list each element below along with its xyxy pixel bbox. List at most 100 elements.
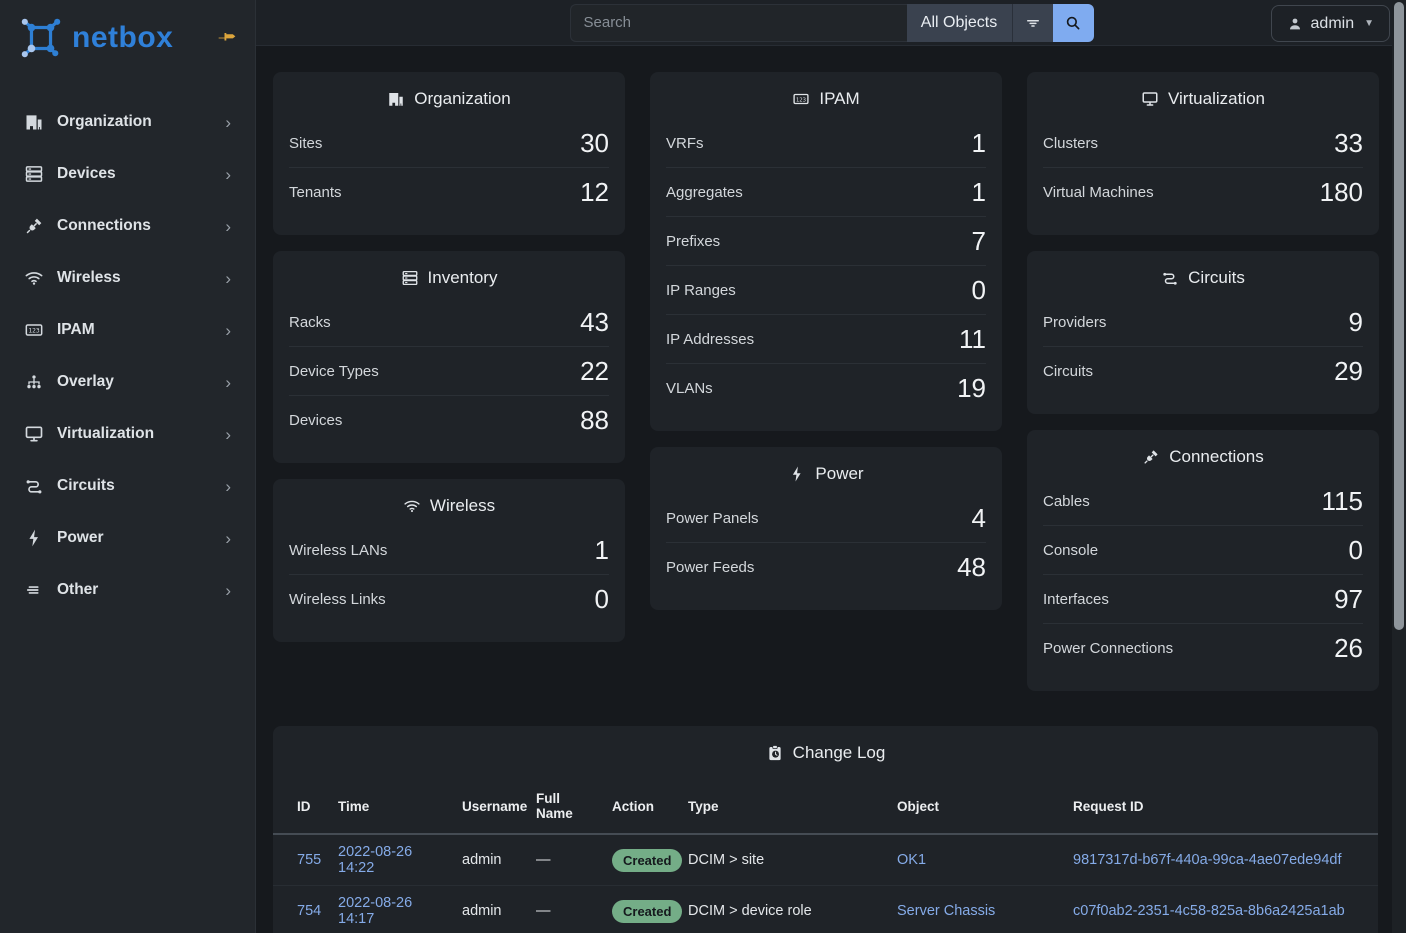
request-id-link[interactable]: c07f0ab2-2351-4c58-825a-8b6a2425a1ab <box>1073 903 1345 919</box>
sidebar-item-label: Wireless <box>57 269 121 287</box>
change-time-link[interactable]: 2022-08-26 14:22 <box>338 844 412 876</box>
chevron-right-icon: › <box>225 166 231 183</box>
change-username: admin <box>454 886 528 933</box>
col-header-time: Time <box>330 783 454 834</box>
sidebar-item-other[interactable]: Other › <box>0 564 255 616</box>
col-header-object: Object <box>889 783 1065 834</box>
scrollbar-track[interactable] <box>1392 0 1406 933</box>
change-object-link[interactable]: Server Chassis <box>897 903 995 919</box>
card-title: Wireless <box>430 496 495 516</box>
sidebar-item-overlay[interactable]: Overlay › <box>0 356 255 408</box>
plug-icon <box>24 216 44 236</box>
stat-row-ip-ranges: IP Ranges 0 <box>666 266 986 315</box>
caret-down-icon: ▼ <box>1364 18 1374 29</box>
route-icon <box>1161 269 1179 287</box>
stat-row-clusters: Clusters 33 <box>1043 119 1363 168</box>
username-label: admin <box>1311 15 1355 33</box>
plug-icon <box>1142 448 1160 466</box>
filter-button[interactable] <box>1012 4 1053 42</box>
sidebar-nav: Organization › Devices › Connections › W… <box>0 96 255 616</box>
card-wireless: Wireless Wireless LANs 1 Wireless Links … <box>273 479 625 642</box>
card-circuits: Circuits Providers 9 Circuits 29 <box>1027 251 1379 414</box>
card-title: Circuits <box>1188 268 1245 288</box>
card-title: Change Log <box>793 743 886 763</box>
change-type: DCIM > device role <box>680 886 889 933</box>
sidebar-item-organization[interactable]: Organization › <box>0 96 255 148</box>
sidebar-item-label: Circuits <box>57 477 115 495</box>
change-time-link[interactable]: 2022-08-26 14:17 <box>338 895 412 927</box>
sidebar-item-wireless[interactable]: Wireless › <box>0 252 255 304</box>
chevron-right-icon: › <box>225 114 231 131</box>
change-type: DCIM > site <box>680 834 889 886</box>
card-title: IPAM <box>819 89 859 109</box>
change-id-link[interactable]: 754 <box>297 903 321 919</box>
stat-row-console: Console 0 <box>1043 526 1363 575</box>
search-scope-dropdown[interactable]: All Objects <box>907 4 1012 42</box>
stat-row-aggregates: Aggregates 1 <box>666 168 986 217</box>
sidebar-item-label: Virtualization <box>57 425 154 443</box>
lines-icon <box>24 580 44 600</box>
table-row: 755 2022-08-26 14:22 admin — Created DCI… <box>273 834 1378 886</box>
chevron-right-icon: › <box>225 270 231 287</box>
stat-row-cables: Cables 115 <box>1043 477 1363 526</box>
col-header-username: Username <box>454 783 528 834</box>
card-virtualization: Virtualization Clusters 33 Virtual Machi… <box>1027 72 1379 235</box>
col-header-full-name: Full Name <box>528 783 604 834</box>
stat-row-wireless-links: Wireless Links 0 <box>289 575 609 624</box>
filter-icon <box>1024 14 1042 32</box>
sidebar-item-label: Other <box>57 581 98 599</box>
stat-row-sites: Sites 30 <box>289 119 609 168</box>
card-connections: Connections Cables 115 Console 0 Interfa… <box>1027 430 1379 691</box>
card-ipam: IPAM VRFs 1 Aggregates 1 Prefixes <box>650 72 1002 431</box>
stat-row-racks: Racks 43 <box>289 298 609 347</box>
sidebar-item-circuits[interactable]: Circuits › <box>0 460 255 512</box>
sidebar-item-connections[interactable]: Connections › <box>0 200 255 252</box>
col-header-request-id: Request ID <box>1065 783 1378 834</box>
server-icon <box>24 164 44 184</box>
chevron-right-icon: › <box>225 218 231 235</box>
sidebar: netbox Organization › Devices › Connecti… <box>0 0 256 933</box>
user-menu-button[interactable]: admin ▼ <box>1271 5 1390 42</box>
change-log-table: ID Time Username Full Name Action Type O… <box>273 783 1378 933</box>
sidebar-pin-icon[interactable] <box>217 28 237 48</box>
change-object-link[interactable]: OK1 <box>897 852 926 868</box>
netbox-logo-icon[interactable] <box>18 18 64 58</box>
col-header-action: Action <box>604 783 680 834</box>
bolt-icon <box>788 465 806 483</box>
chevron-right-icon: › <box>225 582 231 599</box>
stat-row-circuits: Circuits 29 <box>1043 347 1363 396</box>
card-title: Connections <box>1169 447 1264 467</box>
building-icon <box>387 90 405 108</box>
search-submit-button[interactable] <box>1053 4 1094 42</box>
sidebar-item-virtualization[interactable]: Virtualization › <box>0 408 255 460</box>
request-id-link[interactable]: 9817317d-b67f-440a-99ca-4ae07ede94df <box>1073 852 1341 868</box>
chevron-right-icon: › <box>225 478 231 495</box>
topbar: All Objects admin ▼ <box>256 0 1406 46</box>
sidebar-item-ipam[interactable]: IPAM › <box>0 304 255 356</box>
stat-row-vlans: VLANs 19 <box>666 364 986 413</box>
status-badge: Created <box>612 849 682 872</box>
stat-row-ip-addresses: IP Addresses 11 <box>666 315 986 364</box>
sidebar-item-devices[interactable]: Devices › <box>0 148 255 200</box>
sidebar-item-power[interactable]: Power › <box>0 512 255 564</box>
card-title: Power <box>815 464 863 484</box>
search-bar: All Objects <box>570 4 1094 42</box>
brand-name[interactable]: netbox <box>72 21 173 55</box>
wifi-icon <box>24 268 44 288</box>
col-header-type: Type <box>680 783 889 834</box>
graph-icon <box>24 372 44 392</box>
sidebar-item-label: Overlay <box>57 373 114 391</box>
stat-row-providers: Providers 9 <box>1043 298 1363 347</box>
stat-row-vrfs: VRFs 1 <box>666 119 986 168</box>
card-title: Organization <box>414 89 510 109</box>
change-id-link[interactable]: 755 <box>297 852 321 868</box>
search-input[interactable] <box>570 4 907 42</box>
stat-row-tenants: Tenants 12 <box>289 168 609 217</box>
monitor-icon <box>24 424 44 444</box>
scrollbar-thumb[interactable] <box>1394 2 1404 630</box>
table-header-row: ID Time Username Full Name Action Type O… <box>273 783 1378 834</box>
stat-row-wireless-lans: Wireless LANs 1 <box>289 526 609 575</box>
sidebar-item-label: Connections <box>57 217 151 235</box>
bolt-icon <box>24 528 44 548</box>
sidebar-item-label: Power <box>57 529 104 547</box>
